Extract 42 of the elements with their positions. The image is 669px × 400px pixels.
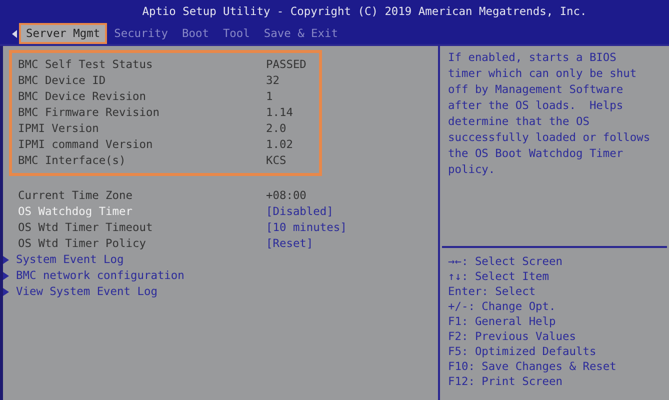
menu-tab[interactable]: Save & Exit [256,23,345,44]
menu-tab[interactable]: Server Mgmt [19,23,108,44]
info-label: BMC Firmware Revision [18,105,160,121]
submenu-link[interactable]: System Event Log [16,252,124,268]
menu-tab[interactable]: Boot [174,23,216,44]
info-value: 1.14 [266,105,293,121]
info-label: BMC Device ID [18,73,107,89]
setting-value[interactable]: [10 minutes] [266,220,347,236]
key-hint: F1: General Help [448,314,557,329]
info-value: 1.02 [266,137,293,153]
info-value: 2.0 [266,121,286,137]
setting-label[interactable]: OS Wtd Timer Timeout [9,220,266,236]
key-hint: →←: Select Screen [448,254,564,269]
key-hint: F10: Save Changes & Reset [448,359,618,374]
info-value: KCS [266,153,286,169]
setting-value: +08:00 [266,188,306,204]
key-hint: Enter: Select [448,284,537,299]
key-hint: F5: Optimized Defaults [448,344,598,359]
setting-value[interactable]: [Reset] [266,236,314,252]
submenu-link[interactable]: BMC network configuration [16,268,184,284]
key-hint: F2: Previous Values [448,329,577,344]
info-label: IPMI command Version [18,137,154,153]
info-label: IPMI Version [18,121,100,137]
info-label: BMC Self Test Status [18,57,154,73]
setting-label[interactable]: Current Time Zone [9,188,266,204]
info-value: 32 [266,73,280,89]
key-hint: ↑↓: Select Item [448,269,550,284]
setting-value[interactable]: [Disabled] [266,204,334,220]
key-hint: +/-: Change Opt. [448,299,557,314]
info-value: 1 [266,89,273,105]
key-hint: F12: Print Screen [448,374,564,389]
menu-tab[interactable]: Security [107,23,175,44]
left-arrow-icon [12,30,17,38]
menu-tab[interactable]: Tool [216,23,257,44]
window-title: Aptio Setup Utility - Copyright (C) 2019 American Megatrends, Inc. [142,4,587,20]
help-text: If enabled, starts a BIOS timer which can only be shut off by Management Software after the OS loads. Helps determine that the OS successfully loaded or follows the OS Boot Watchdog Timer policy. [448,50,650,178]
setting-label[interactable]: OS Wtd Timer Policy [9,236,266,252]
info-value: PASSED [266,57,306,73]
submenu-link[interactable]: View System Event Log [16,284,158,300]
setting-label[interactable]: OS Watchdog Timer [9,204,266,220]
info-label: BMC Device Revision [18,89,147,105]
info-label: BMC Interface(s) [18,153,127,169]
